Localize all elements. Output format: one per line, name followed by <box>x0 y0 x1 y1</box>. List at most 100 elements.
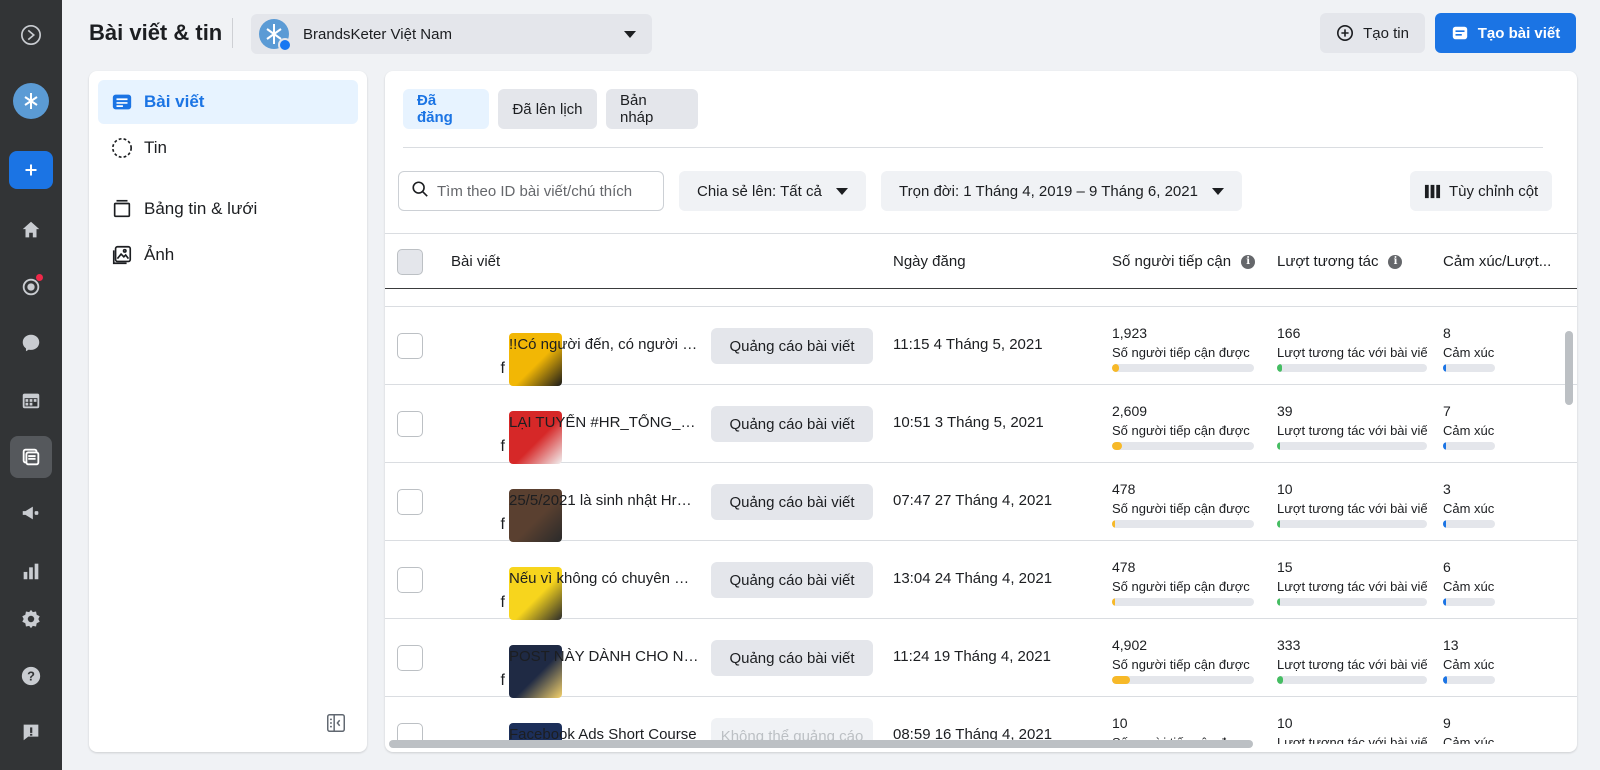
publish-date: 07:47 27 Tháng 4, 2021 <box>893 492 1053 509</box>
settings-icon[interactable] <box>10 598 52 640</box>
boost-post-button[interactable]: Quảng cáo bài viết <box>711 562 873 598</box>
reactions-bar-fill <box>1443 520 1446 528</box>
post-thumbnail[interactable]: f <box>447 710 562 744</box>
column-header-reach[interactable]: Số người tiếp cận i <box>1112 253 1256 270</box>
page-selector[interactable]: BrandsKeter Việt Nam <box>251 14 652 54</box>
reach-bar-fill <box>1112 442 1122 450</box>
column-header-engagement[interactable]: Lượt tương tác i <box>1277 253 1403 270</box>
table-row[interactable]: fPOST NÀY DÀNH CHO NHỮNG AI Quảng cáo bài… <box>385 619 1577 698</box>
tab-label: Đã đăng <box>417 92 453 126</box>
page-avatar[interactable] <box>13 83 49 119</box>
engagement-bar-fill <box>1277 442 1280 450</box>
engagement-label: Lượt tương tác với bài viết <box>1277 423 1427 438</box>
share-filter-dropdown[interactable]: Chia sẻ lên: Tất cả <box>679 171 866 211</box>
reactions-bar <box>1443 520 1495 528</box>
reactions-label: Cảm xúc <box>1443 345 1495 360</box>
info-icon[interactable]: i <box>1388 254 1403 269</box>
calendar-icon[interactable] <box>10 379 52 421</box>
table-row[interactable]: f LẠI TUYỂN #HR_TỔNG_HỢP Quảng cáo bài viế… <box>385 385 1577 464</box>
search-input[interactable] <box>437 182 657 200</box>
engagement-metric: 333 Lượt tương tác với bài viết <box>1277 637 1427 684</box>
table-row[interactable]: fFacebook Ads Short CourseKhông thể quản… <box>385 697 1577 744</box>
info-icon[interactable]: i <box>1241 254 1256 269</box>
create-story-button[interactable]: Tạo tin <box>1320 13 1425 53</box>
nav-item-posts[interactable]: Bài viết <box>98 80 358 124</box>
notifications-icon[interactable] <box>10 266 52 308</box>
reactions-bar-fill <box>1443 364 1447 372</box>
reach-bar <box>1112 364 1254 372</box>
boost-post-button[interactable]: Quảng cáo bài viết <box>711 406 873 442</box>
facebook-badge-icon: f <box>500 438 505 455</box>
post-title[interactable]: 25/5/2021 là sinh nhật HrCenter <box>509 492 701 509</box>
header-divider <box>232 18 233 48</box>
reach-label: Số người tiếp cận được <box>1112 657 1250 672</box>
vertical-scrollbar[interactable] <box>1565 331 1573 405</box>
insights-icon[interactable] <box>10 550 52 592</box>
row-checkbox[interactable] <box>397 411 423 437</box>
post-thumbnail[interactable]: f <box>447 398 562 464</box>
tab-scheduled[interactable]: Đã lên lịch <box>498 89 597 129</box>
nav-item-photos[interactable]: Ảnh <box>98 233 358 277</box>
table-row[interactable] <box>385 289 1577 307</box>
search-box[interactable] <box>398 171 664 211</box>
facebook-badge-icon: f <box>500 360 505 377</box>
create-button[interactable] <box>9 151 53 189</box>
posts-stories-icon[interactable] <box>10 436 52 478</box>
engagement-value: 333 <box>1277 637 1301 653</box>
row-checkbox[interactable] <box>397 567 423 593</box>
column-header-date[interactable]: Ngày đăng <box>893 253 966 270</box>
nav-item-feed-grid[interactable]: Bảng tin & lưới <box>98 187 358 231</box>
nav-item-stories[interactable]: Tin <box>98 126 358 170</box>
horizontal-scrollbar[interactable] <box>389 740 1253 748</box>
reactions-label: Cảm xúc <box>1443 423 1495 438</box>
create-post-button[interactable]: Tạo bài viết <box>1435 13 1576 53</box>
table-row[interactable]: f 25/5/2021 là sinh nhật HrCenter Quảng cá… <box>385 463 1577 542</box>
reactions-value: 13 <box>1443 637 1459 653</box>
table-row[interactable]: f !!Có người đến, có người ra... Quảng cáo… <box>385 307 1577 386</box>
post-thumbnail[interactable]: f <box>447 554 562 620</box>
column-label: Bài viết <box>451 253 501 270</box>
inbox-icon[interactable] <box>10 322 52 364</box>
row-checkbox[interactable] <box>397 489 423 515</box>
tab-label: Bản nháp <box>620 92 654 126</box>
post-title[interactable]: POST NÀY DÀNH CHO NHỮNG AI <box>509 648 701 665</box>
boost-post-button[interactable]: Quảng cáo bài viết <box>711 328 873 364</box>
left-nav-panel: Bài viết Tin Bảng tin & lưới Ảnh <box>89 71 367 752</box>
reactions-bar <box>1443 676 1495 684</box>
boost-post-button[interactable]: Quảng cáo bài viết <box>711 484 873 520</box>
collapse-sidebar-icon[interactable] <box>325 712 347 734</box>
plus-icon <box>25 164 37 176</box>
reach-label: Số người tiếp cận được <box>1112 501 1250 516</box>
reactions-bar-fill <box>1443 598 1446 606</box>
table-row[interactable]: f Nếu vì không có chuyên môn... Quảng cáo … <box>385 541 1577 620</box>
ads-megaphone-icon[interactable] <box>10 492 52 534</box>
home-icon[interactable] <box>10 209 52 251</box>
row-checkbox[interactable] <box>397 333 423 359</box>
reactions-value: 9 <box>1443 715 1451 731</box>
post-thumbnail[interactable]: f <box>447 632 562 698</box>
help-icon[interactable]: ? <box>10 655 52 697</box>
tab-published[interactable]: Đã đăng <box>403 89 489 129</box>
date-range-dropdown[interactable]: Trọn đời: 1 Tháng 4, 2019 – 9 Tháng 6, 2… <box>881 171 1242 211</box>
create-story-label: Tạo tin <box>1363 24 1409 42</box>
meta-business-logo-icon[interactable] <box>10 14 52 56</box>
tab-drafts[interactable]: Bản nháp <box>606 89 698 129</box>
column-header-reactions[interactable]: Cảm xúc/Lượt... <box>1443 253 1551 270</box>
select-all-checkbox[interactable] <box>397 249 423 275</box>
post-thumbnail[interactable]: f <box>447 476 562 542</box>
reactions-bar <box>1443 598 1495 606</box>
post-title[interactable]: !!Có người đến, có người ra... <box>509 336 701 353</box>
post-title[interactable]: Nếu vì không có chuyên môn... <box>509 570 701 587</box>
create-post-label: Tạo bài viết <box>1477 24 1561 42</box>
post-thumbnail[interactable]: f <box>447 320 562 386</box>
column-label: Lượt tương tác <box>1277 253 1379 270</box>
reactions-metric: 6 Cảm xúc <box>1443 559 1495 606</box>
boost-post-button[interactable]: Quảng cáo bài viết <box>711 640 873 676</box>
post-title[interactable]: LẠI TUYỂN #HR_TỔNG_HỢP <box>509 414 701 431</box>
nav-label: Tin <box>144 138 167 157</box>
column-header-post[interactable]: Bài viết <box>451 253 500 270</box>
row-checkbox[interactable] <box>397 645 423 671</box>
reach-value: 10 <box>1112 715 1128 731</box>
report-problem-icon[interactable] <box>10 711 52 753</box>
customize-columns-button[interactable]: Tùy chỉnh cột <box>1410 171 1553 211</box>
